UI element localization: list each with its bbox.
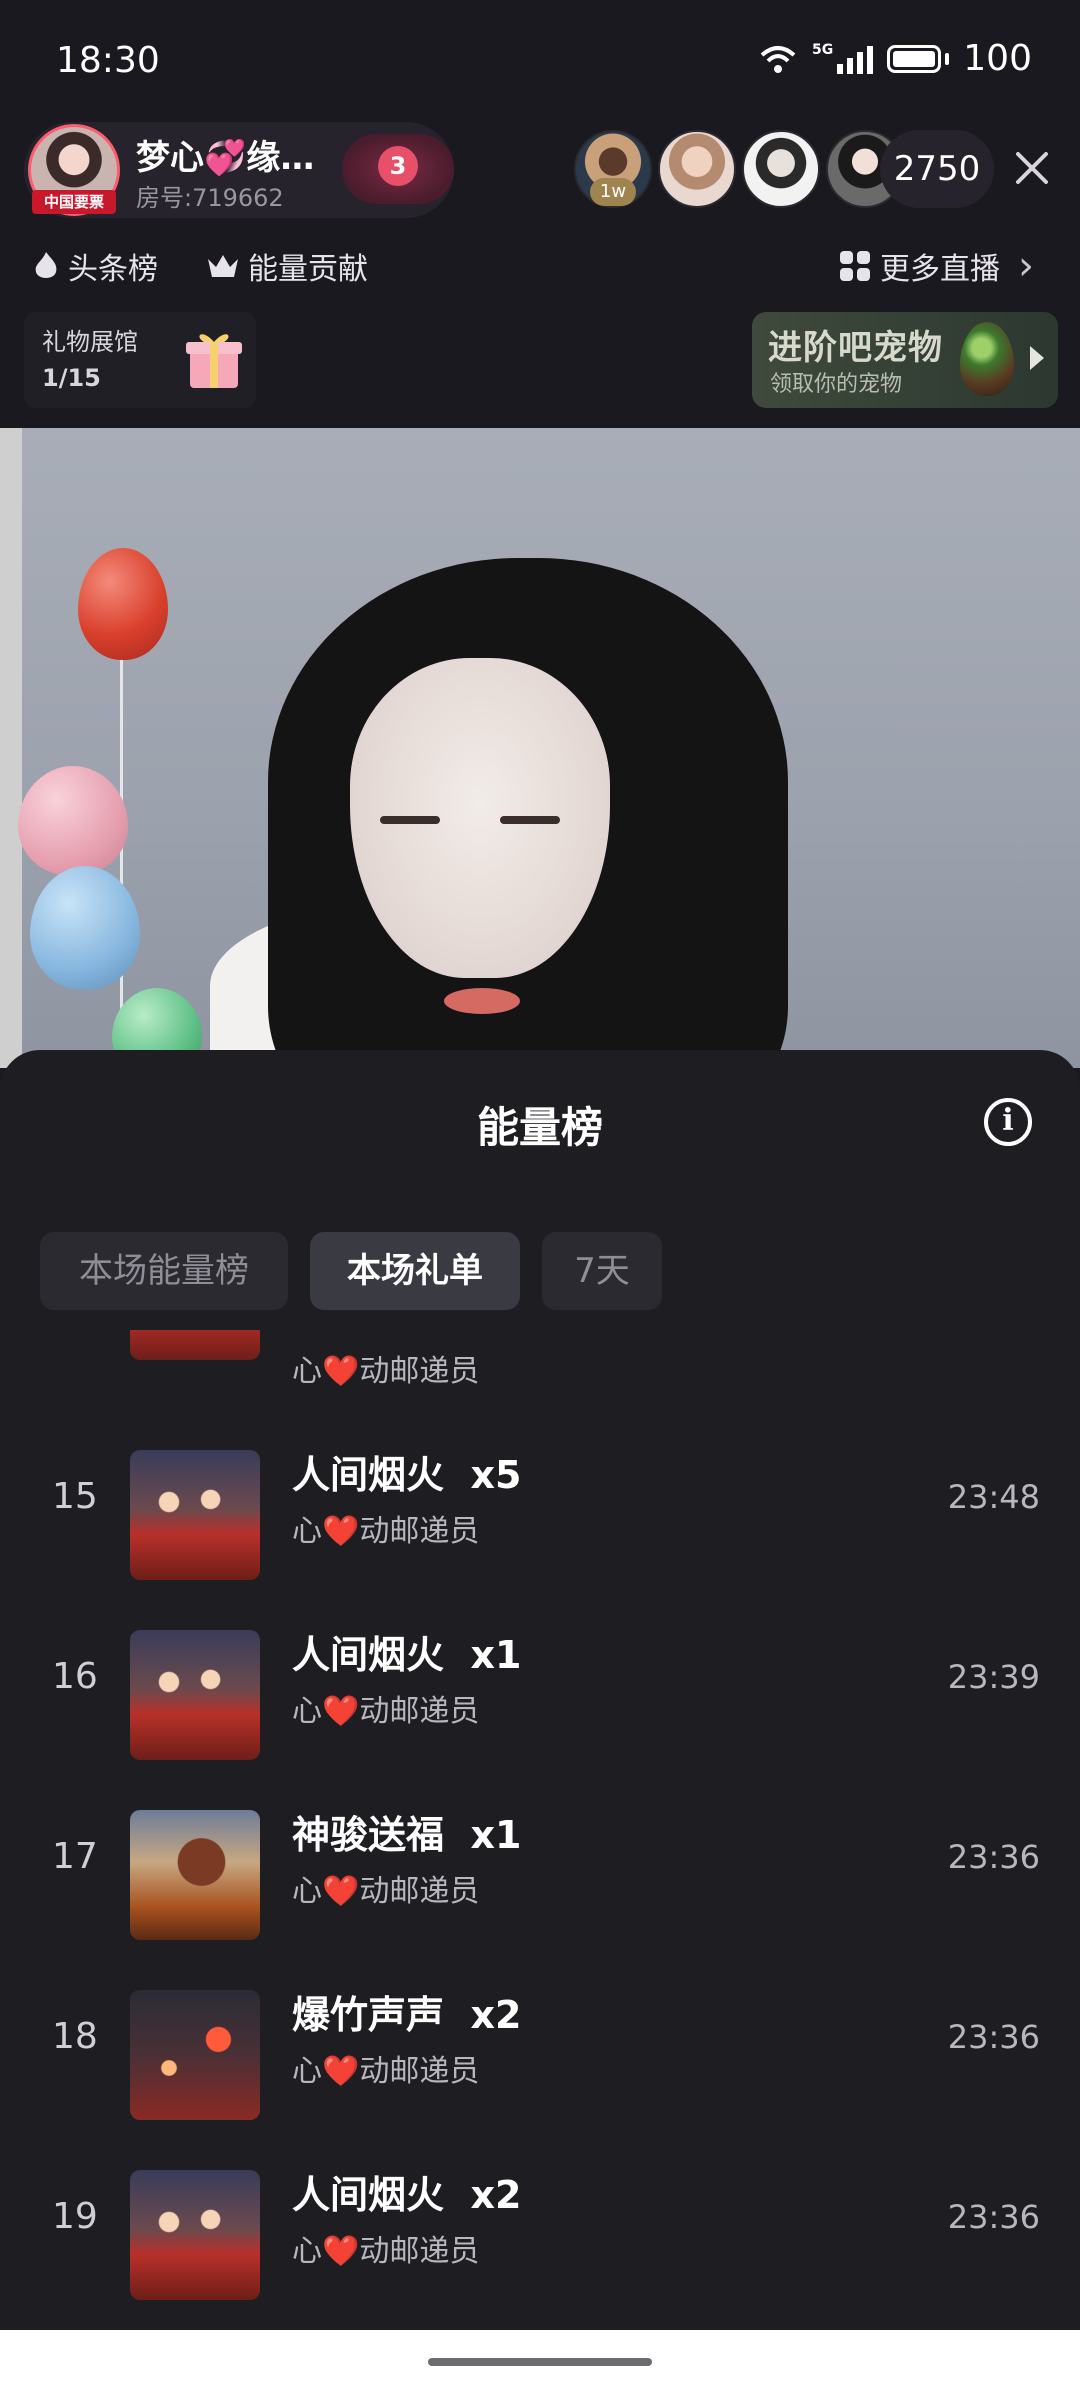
gift-thumbnail-shenjun-songfu xyxy=(130,1810,260,1940)
battery-cap xyxy=(945,52,950,65)
gift-thumbnail-renjian-yanhuo xyxy=(130,1630,260,1760)
network-type: 5G xyxy=(812,41,834,58)
streamer-eye xyxy=(500,816,560,824)
chevron-right-icon: › xyxy=(1018,243,1034,289)
sender-name: 心❤️动邮递员 xyxy=(292,1694,480,1729)
gift-name: 人间烟火 x2 xyxy=(292,2173,522,2217)
gift-list[interactable]: 心❤️动邮递员 15 人间烟火 x5 心❤️动邮递员 23:48 16 人间烟火… xyxy=(0,1330,1080,2330)
sender-name: 心❤️动邮递员 xyxy=(292,2054,480,2089)
rank-number: 17 xyxy=(52,1836,98,1877)
balloon-blue xyxy=(30,866,140,990)
tab-7-days[interactable]: 7天 xyxy=(542,1232,662,1310)
battery-level: 100 xyxy=(963,38,1032,79)
gift-time: 23:39 xyxy=(947,1658,1040,1696)
gift-time: 23:48 xyxy=(947,1478,1040,1516)
crown-icon xyxy=(208,255,238,277)
viewer-rank-badge: 1w xyxy=(590,178,636,206)
wifi-icon xyxy=(760,45,796,73)
tab-session-gift-list[interactable]: 本场礼单 xyxy=(310,1232,520,1310)
gift-box-icon xyxy=(186,334,242,388)
flame-icon xyxy=(35,252,57,278)
tab-session-energy-rank[interactable]: 本场能量榜 xyxy=(40,1232,288,1310)
grid-icon xyxy=(840,251,870,281)
rank-number: 16 xyxy=(52,1656,98,1697)
home-gesture-handle[interactable] xyxy=(428,2358,652,2366)
battery-icon xyxy=(887,44,942,73)
list-item[interactable]: 16 人间烟火 x1 心❤️动邮递员 23:39 xyxy=(0,1570,1080,1760)
gift-thumbnail-renjian-yanhuo xyxy=(130,1450,260,1580)
pet-promo-title: 进阶吧宠物 xyxy=(768,328,943,368)
gift-thumbnail-renjian-yanhuo xyxy=(130,2170,260,2300)
gift-name: 爆竹声声 x2 xyxy=(292,1993,522,2037)
host-level-number: 3 xyxy=(378,146,418,186)
gift-name: 人间烟火 x1 xyxy=(292,1633,522,1677)
gift-thumbnail xyxy=(130,1330,260,1360)
gift-hall-count: 1/15 xyxy=(42,364,101,392)
play-arrow-icon xyxy=(1030,346,1044,370)
sender-name: 心❤️动邮递员 xyxy=(292,1874,480,1909)
heart-icon: ❤️ xyxy=(322,1874,360,1909)
streamer-lips xyxy=(444,988,520,1014)
gift-name: 人间烟火 x5 xyxy=(292,1453,522,1497)
list-item[interactable] xyxy=(0,1330,1080,1390)
host-avatar-tag: 中国要票 xyxy=(32,190,116,214)
list-item[interactable]: 18 爆竹声声 x2 心❤️动邮递员 23:36 xyxy=(0,1930,1080,2120)
sender-name: 心❤️动邮递员 xyxy=(292,2234,480,2269)
info-icon[interactable]: i xyxy=(984,1098,1032,1146)
headline-rank-label: 头条榜 xyxy=(68,252,158,287)
heart-icon: ❤️ xyxy=(322,1694,360,1729)
rank-number: 18 xyxy=(52,2016,98,2057)
gift-hall-title: 礼物展馆 xyxy=(42,328,138,356)
streamer-eye xyxy=(380,816,440,824)
more-live-button[interactable]: 更多直播 › xyxy=(840,240,1034,292)
room-number: 房号:719662 xyxy=(136,184,284,212)
list-item[interactable]: 19 人间烟火 x2 心❤️动邮递员 23:36 xyxy=(0,2110,1080,2300)
gift-time: 23:36 xyxy=(947,2198,1040,2236)
more-live-label: 更多直播 xyxy=(880,252,1000,287)
balloon-red xyxy=(78,548,168,660)
viewer-avatar[interactable] xyxy=(742,130,820,208)
video-wall-edge xyxy=(0,428,22,1068)
gift-time: 23:36 xyxy=(947,1838,1040,1876)
rank-number: 15 xyxy=(52,1476,98,1517)
rank-number: 19 xyxy=(52,2196,98,2237)
balloon-pink xyxy=(18,766,128,876)
live-video-stream[interactable] xyxy=(0,428,1080,1068)
status-icons: 5G 100 xyxy=(758,38,1032,79)
status-time: 18:30 xyxy=(56,40,160,81)
sender-name: 心❤️动邮递员 xyxy=(292,1514,480,1549)
heart-icon: ❤️ xyxy=(322,2234,360,2269)
gift-time: 23:36 xyxy=(947,2018,1040,2056)
heart-icon: ❤️ xyxy=(322,2054,360,2089)
host-name: 梦心💞缘… xyxy=(136,138,315,178)
heart-icon: ❤️ xyxy=(322,1514,360,1549)
close-icon[interactable] xyxy=(1012,148,1052,188)
headline-rank-chip[interactable]: 头条榜 xyxy=(32,240,158,292)
pet-promo-subtitle: 领取你的宠物 xyxy=(770,372,903,397)
gift-thumbnail-baozhu-shengsheng xyxy=(130,1990,260,2120)
list-item[interactable]: 15 人间烟火 x5 心❤️动邮递员 23:48 xyxy=(0,1390,1080,1580)
viewer-count-button[interactable]: 2750 xyxy=(880,130,994,208)
energy-contribution-label: 能量贡献 xyxy=(248,252,368,287)
sheet-title: 能量榜 xyxy=(476,1103,603,1152)
energy-contribution-chip[interactable]: 能量贡献 xyxy=(206,240,368,292)
list-item[interactable]: 17 神骏送福 x1 心❤️动邮递员 23:36 xyxy=(0,1750,1080,1940)
gift-name: 神骏送福 x1 xyxy=(292,1813,522,1857)
viewer-avatar[interactable] xyxy=(658,130,736,208)
partial-sender-name: 心❤️动邮递员 xyxy=(292,1354,480,1389)
signal-icon xyxy=(837,45,874,74)
